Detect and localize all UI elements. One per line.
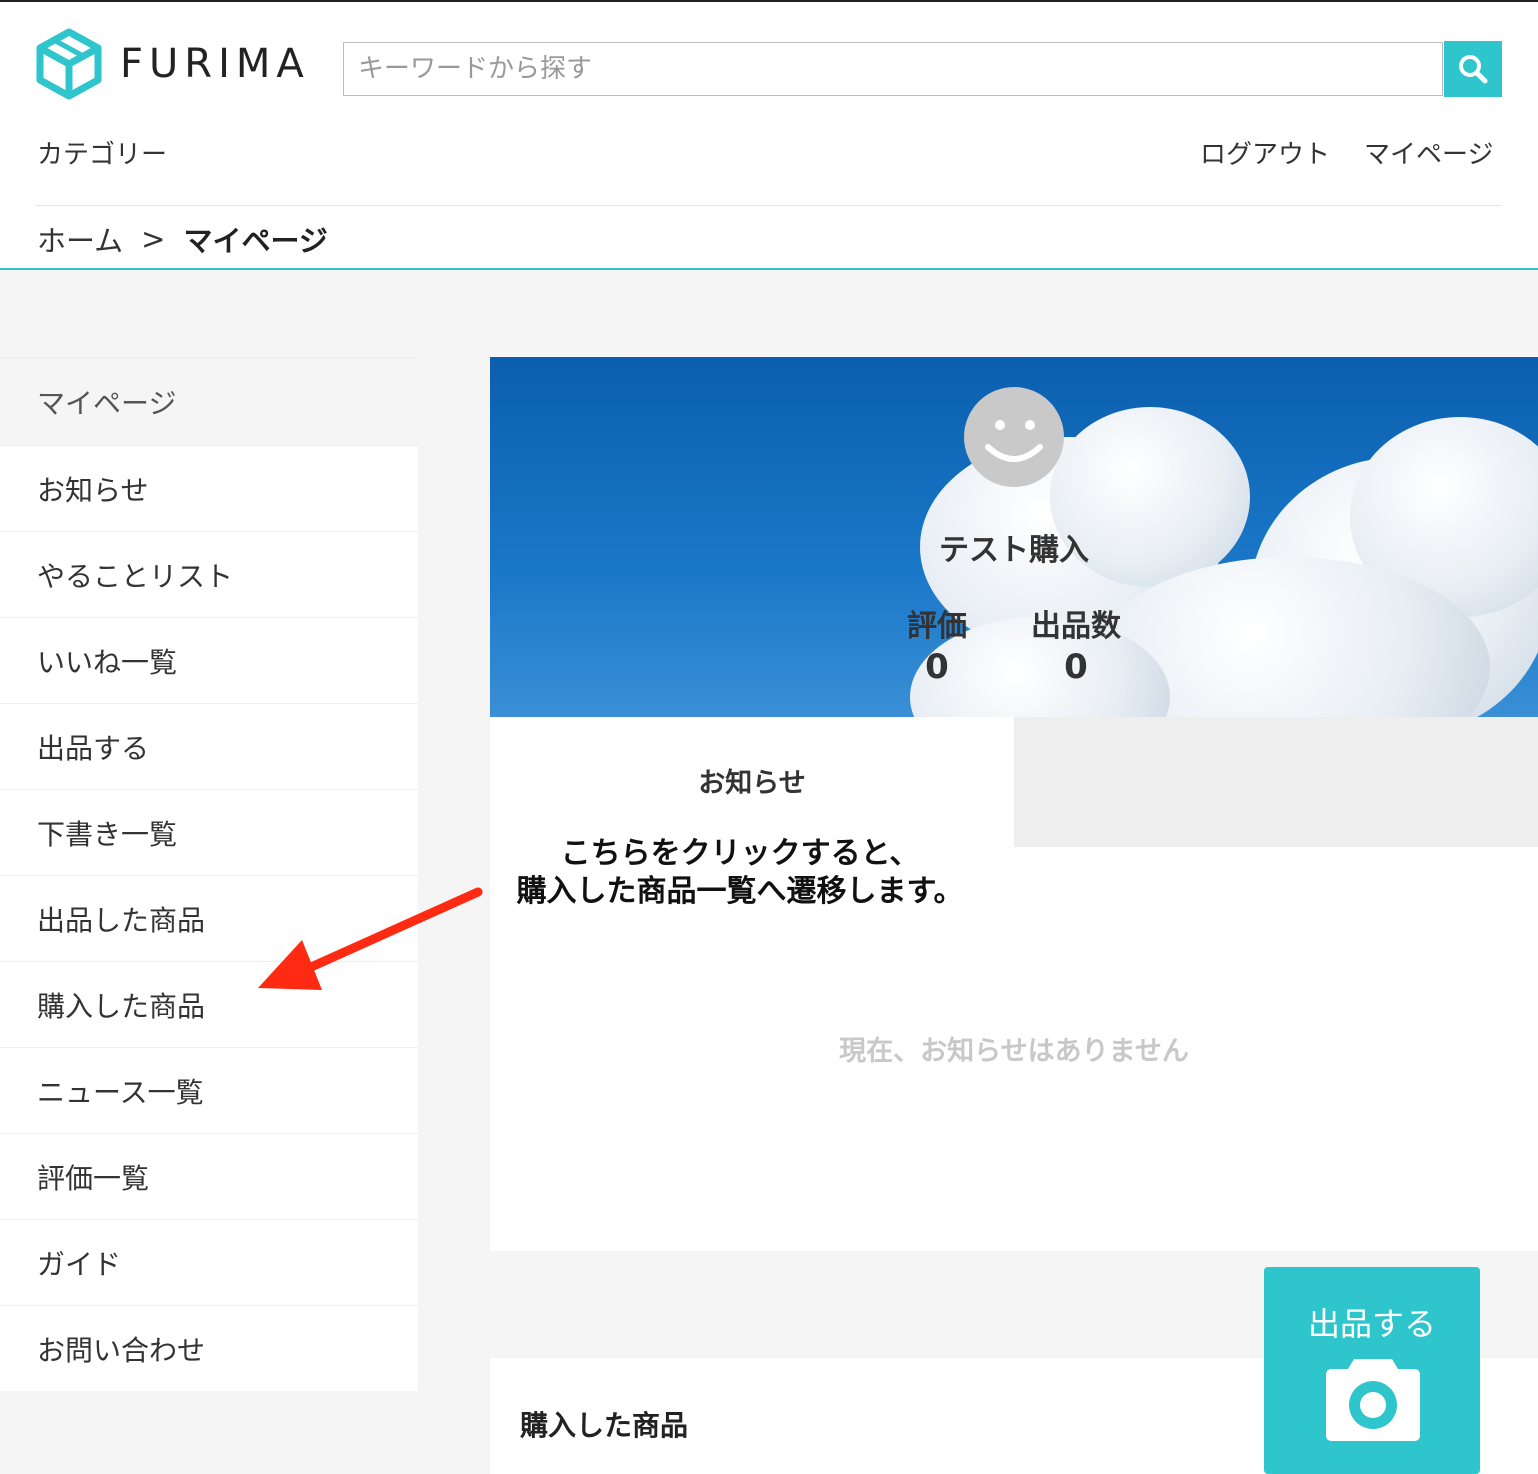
search-button[interactable] <box>1444 41 1502 97</box>
breadcrumb-separator: > <box>141 222 166 256</box>
cube-logo-icon <box>36 28 102 100</box>
user-name: テスト購入 <box>939 533 1089 568</box>
sidebar-item-likes[interactable]: いいね一覧 <box>0 617 418 703</box>
rating-label: 評価 <box>907 609 967 644</box>
sidebar: マイページ お知らせ やることリスト いいね一覧 出品する 下書き一覧 出品した… <box>0 357 418 1391</box>
rating-value: 0 <box>925 647 949 687</box>
sidebar-item-news[interactable]: ニュース一覧 <box>0 1047 418 1133</box>
sidebar-item-todo[interactable]: やることリスト <box>0 531 418 617</box>
purchased-title: 購入した商品 <box>520 1409 689 1442</box>
category-link[interactable]: カテゴリー <box>37 134 167 171</box>
sidebar-item-sell[interactable]: 出品する <box>0 703 418 789</box>
breadcrumb-current: マイページ <box>183 224 328 258</box>
sidebar-item-guide[interactable]: ガイド <box>0 1219 418 1305</box>
brand-logo[interactable]: FURIMA <box>36 28 310 100</box>
notice-tab-inactive[interactable] <box>1014 717 1538 847</box>
sidebar-item-contact[interactable]: お問い合わせ <box>0 1305 418 1391</box>
sidebar-heading: マイページ <box>0 357 418 445</box>
sell-button[interactable]: 出品する <box>1264 1267 1480 1474</box>
search-input[interactable]: キーワードから探す <box>343 42 1443 96</box>
camera-icon <box>1326 1359 1420 1441</box>
top-border <box>0 0 1538 2</box>
sidebar-item-notifications[interactable]: お知らせ <box>0 445 418 531</box>
annotation-text: こちらをクリックすると、 購入した商品一覧へ遷移します。 <box>500 835 980 911</box>
tab-notice[interactable]: お知らせ <box>490 761 1014 800</box>
search-icon <box>1459 55 1488 84</box>
sidebar-item-listed[interactable]: 出品した商品 <box>0 875 418 961</box>
sidebar-item-reviews[interactable]: 評価一覧 <box>0 1133 418 1219</box>
annotation-line: 購入した商品一覧へ遷移します。 <box>516 874 964 909</box>
empty-notice-message: 現在、お知らせはありません <box>839 1036 1189 1067</box>
profile-banner: テスト購入 評価 0 出品数 0 <box>490 357 1538 717</box>
sidebar-item-drafts[interactable]: 下書き一覧 <box>0 789 418 875</box>
annotation-line: こちらをクリックすると、 <box>560 836 920 871</box>
mypage-link[interactable]: マイページ <box>1364 134 1493 171</box>
header-divider <box>36 205 1502 206</box>
notice-panel: お知らせ こちらをクリックすると、 購入した商品一覧へ遷移します。 現在、お知ら… <box>490 717 1538 1251</box>
breadcrumb-home[interactable]: ホーム <box>37 218 123 260</box>
logout-link[interactable]: ログアウト <box>1200 134 1330 171</box>
smiley-face-icon <box>985 420 1043 462</box>
listings-label: 出品数 <box>1031 609 1121 644</box>
listings-value: 0 <box>1064 647 1088 687</box>
breadcrumb: ホーム > マイページ <box>37 218 328 260</box>
sidebar-item-purchased[interactable]: 購入した商品 <box>0 961 418 1047</box>
brand-name: FURIMA <box>120 41 310 87</box>
sell-button-label: 出品する <box>1307 1305 1436 1343</box>
avatar[interactable] <box>964 387 1064 487</box>
